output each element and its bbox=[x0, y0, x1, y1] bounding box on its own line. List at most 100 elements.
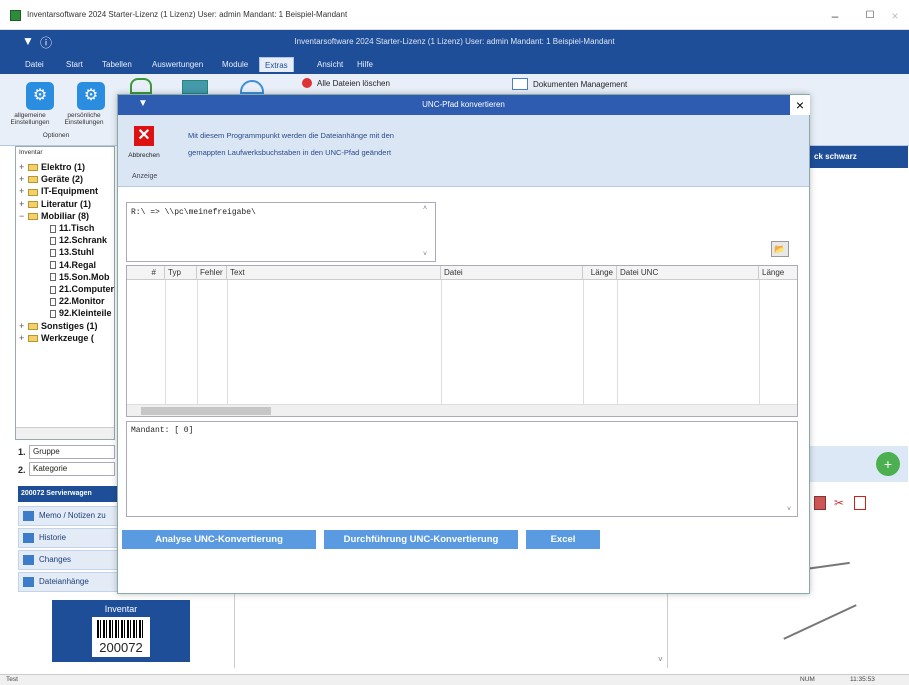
gear-user-icon[interactable]: ⚙ bbox=[77, 82, 105, 110]
cancel-icon[interactable]: ✕ bbox=[134, 126, 154, 146]
gear-icon[interactable]: ⚙ bbox=[26, 82, 54, 110]
right-panel: ck schwarz + ✂ bbox=[783, 146, 908, 662]
log-textarea[interactable]: Mandant: [ 0] ˅ bbox=[126, 421, 798, 517]
execute-unc-button[interactable]: Durchführung UNC-Konvertierung bbox=[324, 530, 518, 549]
personal-settings-label: persönliche Einstellungen bbox=[64, 112, 104, 126]
tree-item-label: Mobiliar (8) bbox=[41, 210, 90, 221]
tree-item[interactable]: + Sonstiges (1) bbox=[19, 320, 115, 332]
nav-history[interactable]: Historie bbox=[18, 528, 118, 548]
menu-extras[interactable]: Extras bbox=[259, 57, 294, 72]
image-icon[interactable] bbox=[814, 496, 826, 510]
grid-scroll-thumb[interactable] bbox=[141, 407, 271, 415]
minimize-button[interactable]: – bbox=[820, 6, 850, 26]
refresh-icon[interactable] bbox=[130, 78, 152, 94]
open-folder-icon[interactable]: 📂 bbox=[771, 241, 789, 257]
nav-memo-label: Memo / Notizen zu bbox=[39, 511, 106, 520]
excel-button[interactable]: Excel bbox=[526, 530, 600, 549]
tree-item[interactable]: + Werkzeuge ( bbox=[19, 332, 115, 344]
mapping-scroll-down-icon[interactable]: ˅ bbox=[423, 251, 427, 258]
tree-item[interactable]: 22.Monitor bbox=[19, 295, 115, 307]
document-icon bbox=[50, 310, 56, 319]
tree-item[interactable]: + Literatur (1) bbox=[19, 198, 115, 210]
expand-icon[interactable]: + bbox=[19, 332, 28, 344]
right-toolbar: + bbox=[810, 446, 908, 482]
expand-icon[interactable]: − bbox=[19, 210, 28, 222]
expand-icon[interactable]: + bbox=[19, 198, 28, 210]
tree-item[interactable]: − Mobiliar (8) bbox=[19, 210, 115, 222]
close-button[interactable]: × bbox=[880, 6, 909, 26]
nav-memo[interactable]: Memo / Notizen zu bbox=[18, 506, 118, 526]
document-management-button[interactable]: Dokumenten Management bbox=[533, 80, 627, 89]
network-icon[interactable] bbox=[240, 80, 264, 94]
nav-attachments[interactable]: Dateianhänge bbox=[18, 572, 118, 592]
status-time: 11:35:53 bbox=[850, 676, 875, 683]
col-length-unc[interactable]: Länge bbox=[759, 266, 789, 280]
col-file[interactable]: Datei bbox=[441, 266, 583, 280]
mapping-textarea[interactable]: R:\ => \\pc\meinefreigabe\ ˄ ˅ bbox=[126, 202, 436, 262]
tree-item[interactable]: 92.Kleinteile bbox=[19, 307, 115, 319]
add-icon[interactable]: + bbox=[876, 452, 900, 476]
tree-item[interactable]: + Elektro (1) bbox=[19, 161, 115, 173]
analyse-unc-button[interactable]: Analyse UNC-Konvertierung bbox=[122, 530, 316, 549]
folder-icon bbox=[28, 212, 38, 220]
group-select-1[interactable]: Gruppe bbox=[29, 445, 115, 459]
table-icon[interactable] bbox=[182, 80, 208, 94]
tree-item-label: Werkzeuge ( bbox=[41, 332, 94, 343]
tree-item[interactable]: 12.Schrank bbox=[19, 234, 115, 246]
description-line-2: gemappten Laufwerksbuchstaben in den UNC… bbox=[188, 148, 392, 157]
col-error[interactable]: Fehler bbox=[197, 266, 227, 280]
group-select-2[interactable]: Kategorie bbox=[29, 462, 115, 476]
tree-item[interactable]: + IT-Equipment bbox=[19, 185, 115, 197]
nav-changes[interactable]: Changes bbox=[18, 550, 118, 570]
document-icon bbox=[50, 224, 56, 233]
detail-scroll-down-icon[interactable]: ˅ bbox=[658, 655, 663, 664]
tools-icon[interactable]: ✂ bbox=[834, 496, 844, 510]
dialog-menu-icon[interactable]: ▼ bbox=[138, 98, 148, 109]
cancel-button-label[interactable]: Abbrechen bbox=[122, 152, 166, 159]
mapping-scroll-up-icon[interactable]: ˄ bbox=[423, 205, 427, 212]
tree-item-label: Sonstiges (1) bbox=[41, 320, 98, 331]
dialog-close-button[interactable]: × bbox=[790, 95, 810, 115]
col-text[interactable]: Text bbox=[227, 266, 441, 280]
group-select-1-value: Gruppe bbox=[33, 447, 60, 456]
tree-item[interactable]: 13.Stuhl bbox=[19, 246, 115, 258]
general-settings-label: allgemeine Einstellungen bbox=[10, 112, 50, 126]
document-icon bbox=[50, 261, 56, 270]
tree-horizontal-scrollbar[interactable] bbox=[16, 427, 114, 439]
col-index[interactable]: # bbox=[127, 266, 165, 280]
grid-divider bbox=[759, 280, 760, 404]
expand-icon[interactable]: + bbox=[19, 161, 28, 173]
grid-horizontal-scrollbar[interactable] bbox=[127, 404, 797, 416]
tree-item[interactable]: 14.Regal bbox=[19, 259, 115, 271]
document-icon bbox=[512, 78, 528, 90]
tree-item[interactable]: 21.Computer bbox=[19, 283, 115, 295]
log-scroll-down-icon[interactable]: ˅ bbox=[787, 506, 791, 513]
col-file-unc[interactable]: Datei UNC bbox=[617, 266, 759, 280]
document-icon bbox=[50, 273, 56, 282]
menu-datei[interactable]: Datei bbox=[20, 57, 49, 72]
tree-item[interactable]: 11.Tisch bbox=[19, 222, 115, 234]
result-grid: # Typ Fehler Text Datei Länge Datei UNC … bbox=[126, 265, 798, 417]
tree-item-label: 21.Computer bbox=[59, 284, 115, 295]
col-type[interactable]: Typ bbox=[165, 266, 197, 280]
delete-all-attachments-button[interactable]: Alle Dateien löschen bbox=[317, 79, 390, 88]
tree-item-label: Literatur (1) bbox=[41, 198, 92, 209]
barcode-number: 200072 bbox=[99, 640, 143, 655]
menu-hilfe[interactable]: Hilfe bbox=[352, 57, 378, 72]
status-bar: Test NUM 11:35:53 bbox=[0, 674, 909, 685]
menu-auswertungen[interactable]: Auswertungen bbox=[147, 57, 208, 72]
menu-tabellen[interactable]: Tabellen bbox=[97, 57, 137, 72]
menu-module[interactable]: Module bbox=[217, 57, 253, 72]
menu-ansicht[interactable]: Ansicht bbox=[312, 57, 348, 72]
document-icon bbox=[50, 285, 56, 294]
tree-item-label: 92.Kleinteile bbox=[59, 308, 112, 319]
col-length[interactable]: Länge bbox=[583, 266, 617, 280]
expand-icon[interactable]: + bbox=[19, 173, 28, 185]
pdf-icon[interactable] bbox=[854, 496, 866, 510]
menu-start[interactable]: Start bbox=[61, 57, 88, 72]
changes-icon bbox=[23, 555, 34, 565]
expand-icon[interactable]: + bbox=[19, 320, 28, 332]
tree-item[interactable]: + Geräte (2) bbox=[19, 173, 115, 185]
tree-item[interactable]: 15.Son.Mob bbox=[19, 271, 115, 283]
expand-icon[interactable]: + bbox=[19, 185, 28, 197]
